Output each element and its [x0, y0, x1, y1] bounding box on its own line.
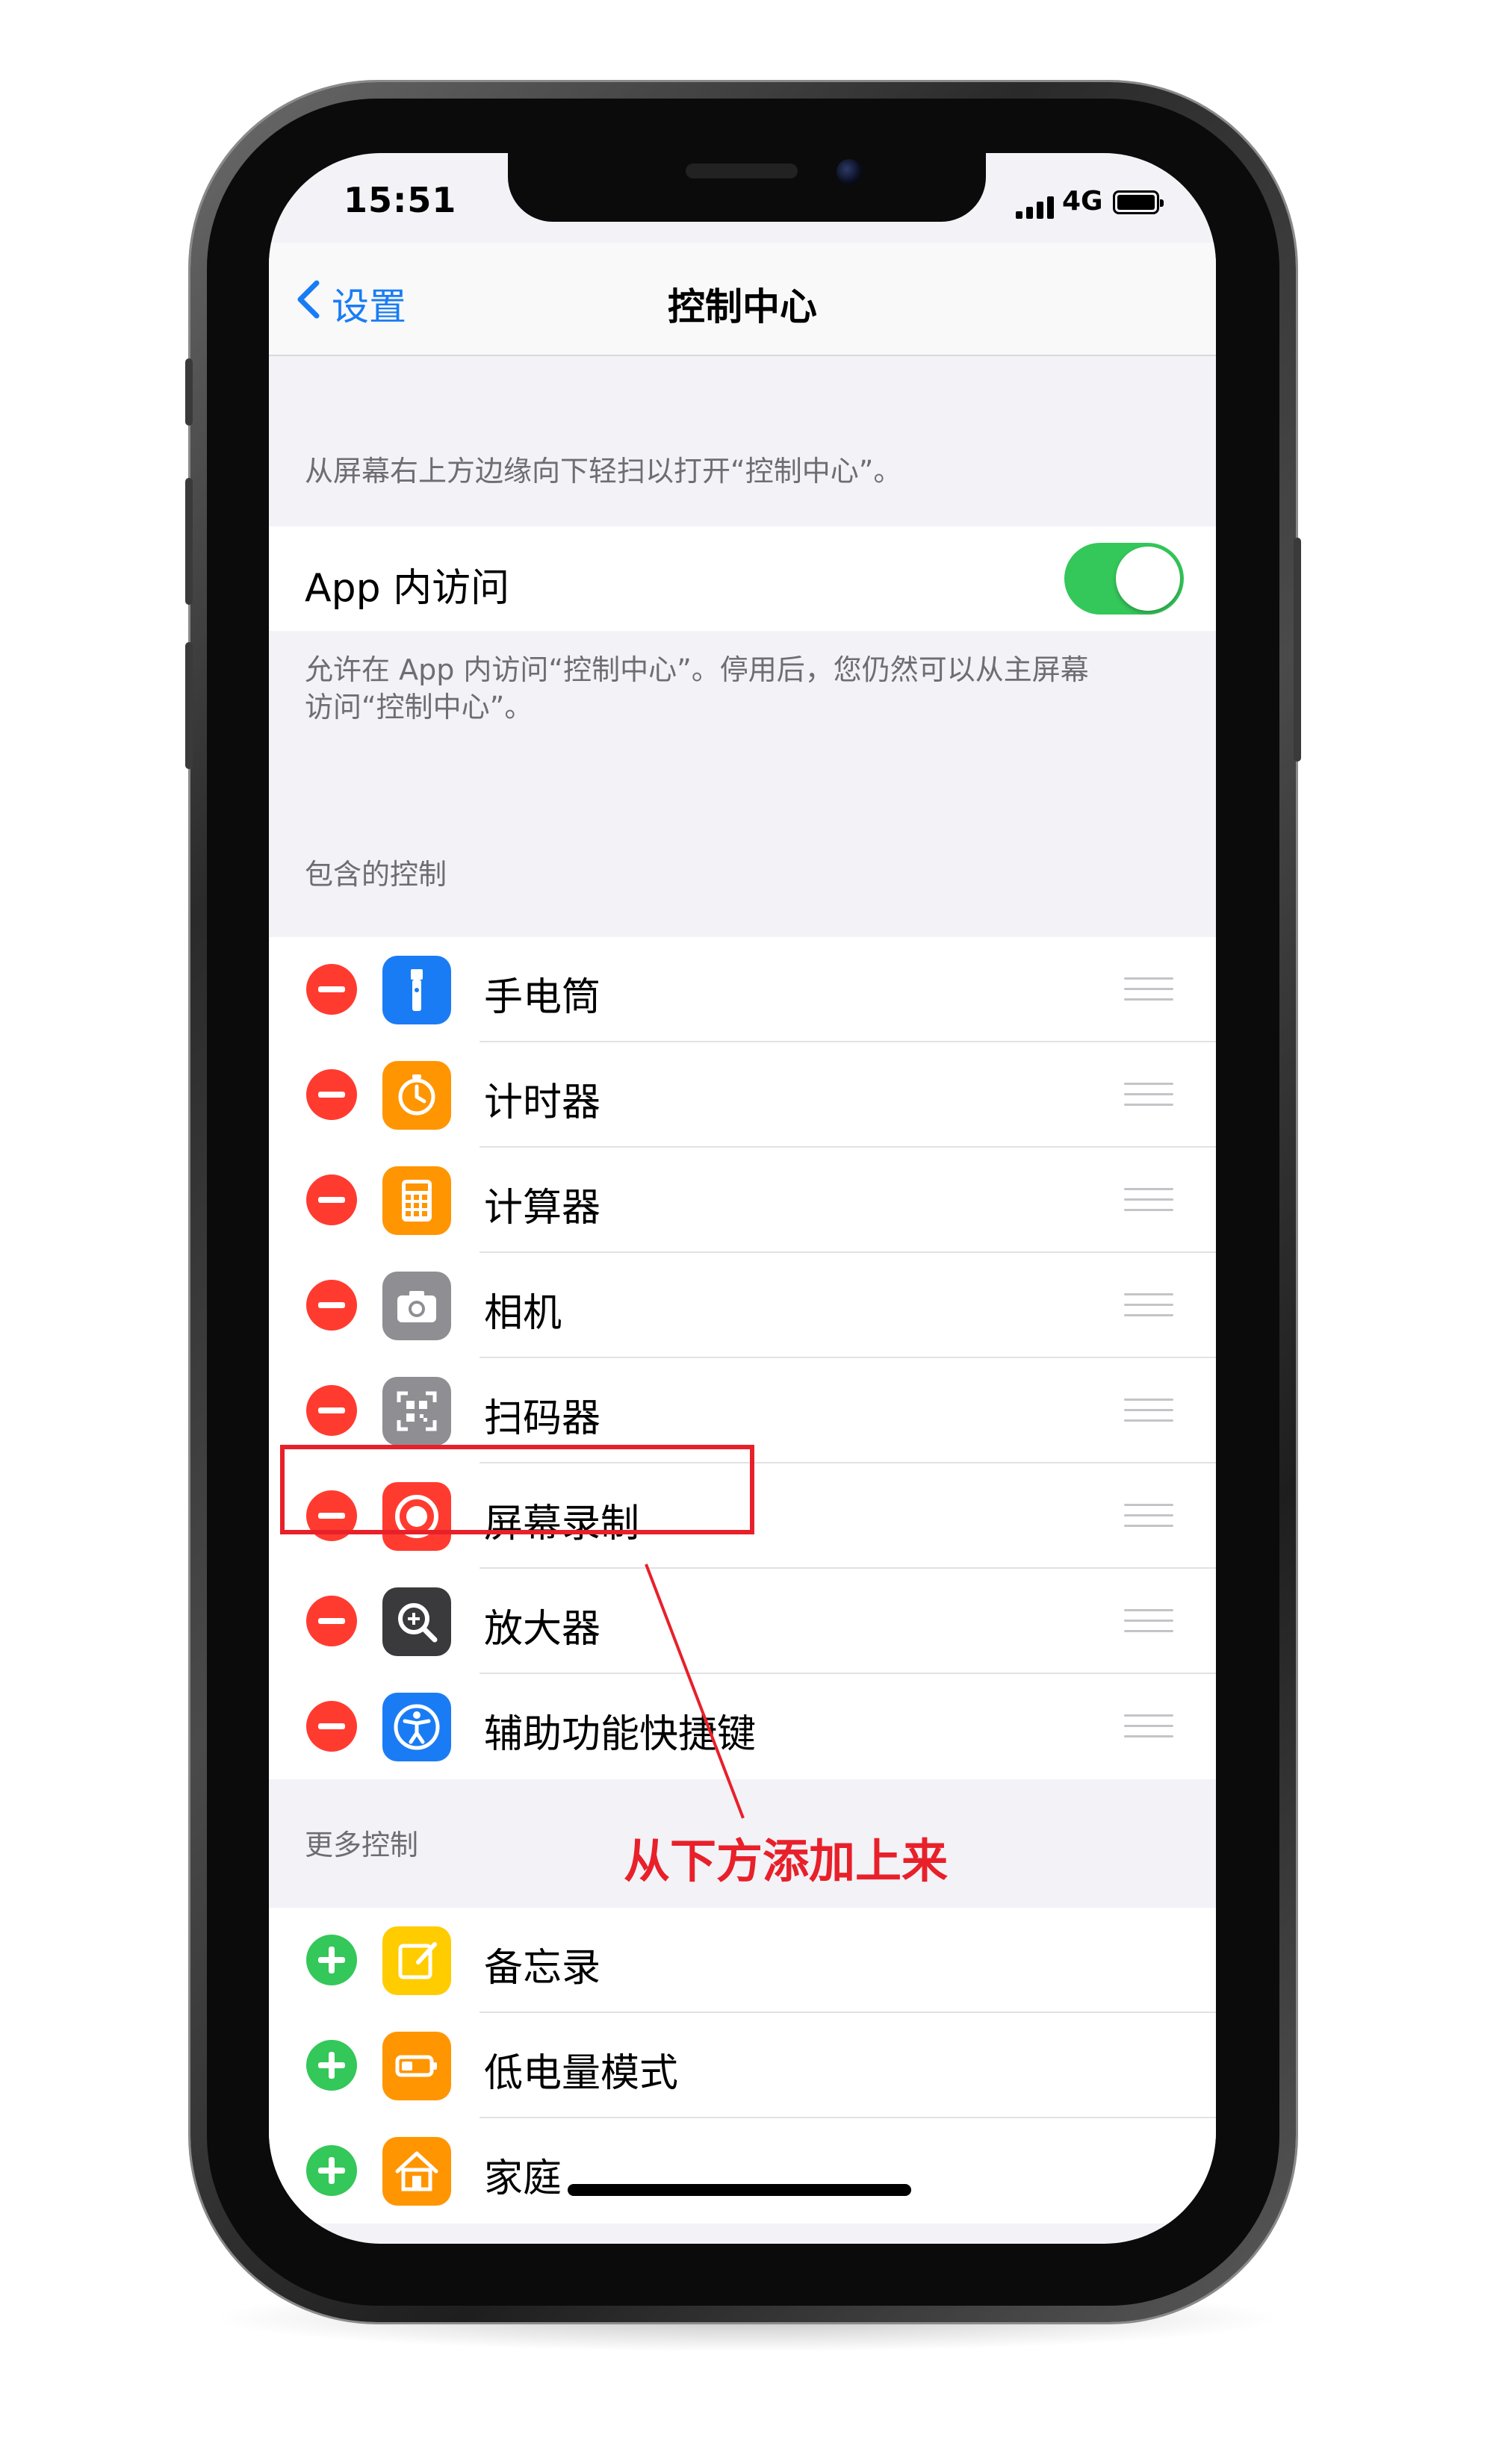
- control-label: 低电量模式: [484, 2051, 679, 2096]
- remove-control-button[interactable]: [306, 1596, 357, 1646]
- remove-control-button[interactable]: [306, 1175, 357, 1225]
- low-power-icon: [382, 2032, 451, 2100]
- in-app-access-note-line1: 允许在 App 内访问“控制中心”。停用后，您仍然可以从主屏幕: [305, 653, 1089, 686]
- reorder-handle-icon[interactable]: [1124, 1185, 1173, 1215]
- notch: [508, 153, 986, 222]
- silent-switch: [185, 358, 193, 426]
- control-label: 放大器: [484, 1607, 601, 1652]
- control-label: 手电筒: [484, 975, 601, 1020]
- highlight-box: [280, 1445, 754, 1534]
- remove-control-button[interactable]: [306, 1385, 357, 1436]
- included-control-row[interactable]: 相机: [269, 1253, 1216, 1358]
- battery-icon: [1113, 190, 1164, 214]
- reorder-handle-icon[interactable]: [1124, 1711, 1173, 1741]
- in-app-access-note-line2: 访问“控制中心”。: [305, 691, 533, 724]
- page-title: 控制中心: [668, 285, 817, 329]
- remove-control-button[interactable]: [306, 964, 357, 1015]
- remove-control-button[interactable]: [306, 1701, 357, 1752]
- in-app-access-row: App 内访问: [269, 526, 1216, 631]
- magnifier-icon: [382, 1587, 451, 1656]
- calculator-icon: [382, 1166, 451, 1235]
- control-label: 辅助功能快捷键: [484, 1712, 757, 1757]
- reorder-handle-icon[interactable]: [1124, 974, 1173, 1004]
- control-label: 扫码器: [484, 1396, 601, 1441]
- included-control-row[interactable]: 放大器: [269, 1569, 1216, 1674]
- network-type: 4G: [1062, 186, 1103, 217]
- control-label: 计算器: [484, 1186, 601, 1231]
- phone-screen: 15:51 4G 设置 控制中心 从屏幕右上方边缘向下轻扫以打开“控制中心”。 …: [269, 153, 1216, 2244]
- accessibility-icon: [382, 1693, 451, 1761]
- reorder-handle-icon[interactable]: [1124, 1501, 1173, 1531]
- toggle-knob: [1116, 547, 1180, 611]
- front-camera: [837, 159, 862, 184]
- remove-control-button[interactable]: [306, 1069, 357, 1120]
- signal-icon: [1016, 195, 1055, 219]
- status-time: 15:51: [344, 180, 457, 220]
- reorder-handle-icon[interactable]: [1124, 1396, 1173, 1425]
- reorder-handle-icon[interactable]: [1124, 1606, 1173, 1636]
- control-label: 相机: [484, 1291, 562, 1336]
- camera-icon: [382, 1272, 451, 1340]
- in-app-access-toggle[interactable]: [1064, 543, 1184, 615]
- intro-note: 从屏幕右上方边缘向下轻扫以打开“控制中心”。: [305, 455, 902, 488]
- more-control-row[interactable]: 低电量模式: [269, 2013, 1216, 2118]
- add-control-button[interactable]: [306, 2040, 357, 2091]
- included-control-row[interactable]: 手电筒: [269, 937, 1216, 1042]
- included-control-row[interactable]: 计时器: [269, 1042, 1216, 1148]
- more-control-row[interactable]: 备忘录: [269, 1908, 1216, 2013]
- home-icon: [382, 2137, 451, 2206]
- flashlight-icon: [382, 956, 451, 1024]
- volume-down-button: [185, 642, 193, 769]
- more-control-row[interactable]: 家庭: [269, 2118, 1216, 2224]
- control-label: 家庭: [484, 2156, 562, 2201]
- speaker-grille: [686, 164, 798, 178]
- home-indicator[interactable]: [568, 2184, 911, 2196]
- timer-icon: [382, 1061, 451, 1130]
- navigation-bar: 设置 控制中心: [269, 243, 1216, 356]
- more-controls-header: 更多控制: [305, 1829, 419, 1861]
- included-control-row[interactable]: 辅助功能快捷键: [269, 1674, 1216, 1779]
- remove-control-button[interactable]: [306, 1280, 357, 1331]
- qr-scanner-icon: [382, 1377, 451, 1446]
- included-controls-header: 包含的控制: [305, 858, 447, 891]
- power-button: [1294, 538, 1301, 762]
- notes-icon: [382, 1926, 451, 1995]
- reorder-handle-icon[interactable]: [1124, 1290, 1173, 1320]
- included-control-row[interactable]: 计算器: [269, 1148, 1216, 1253]
- in-app-access-label: App 内访问: [305, 566, 510, 611]
- reorder-handle-icon[interactable]: [1124, 1080, 1173, 1110]
- volume-up-button: [185, 478, 193, 605]
- add-control-button[interactable]: [306, 1935, 357, 1985]
- control-label: 备忘录: [484, 1946, 601, 1991]
- add-control-button[interactable]: [306, 2145, 357, 2196]
- annotation-text: 从下方添加上来: [624, 1834, 949, 1888]
- control-label: 计时器: [484, 1080, 601, 1125]
